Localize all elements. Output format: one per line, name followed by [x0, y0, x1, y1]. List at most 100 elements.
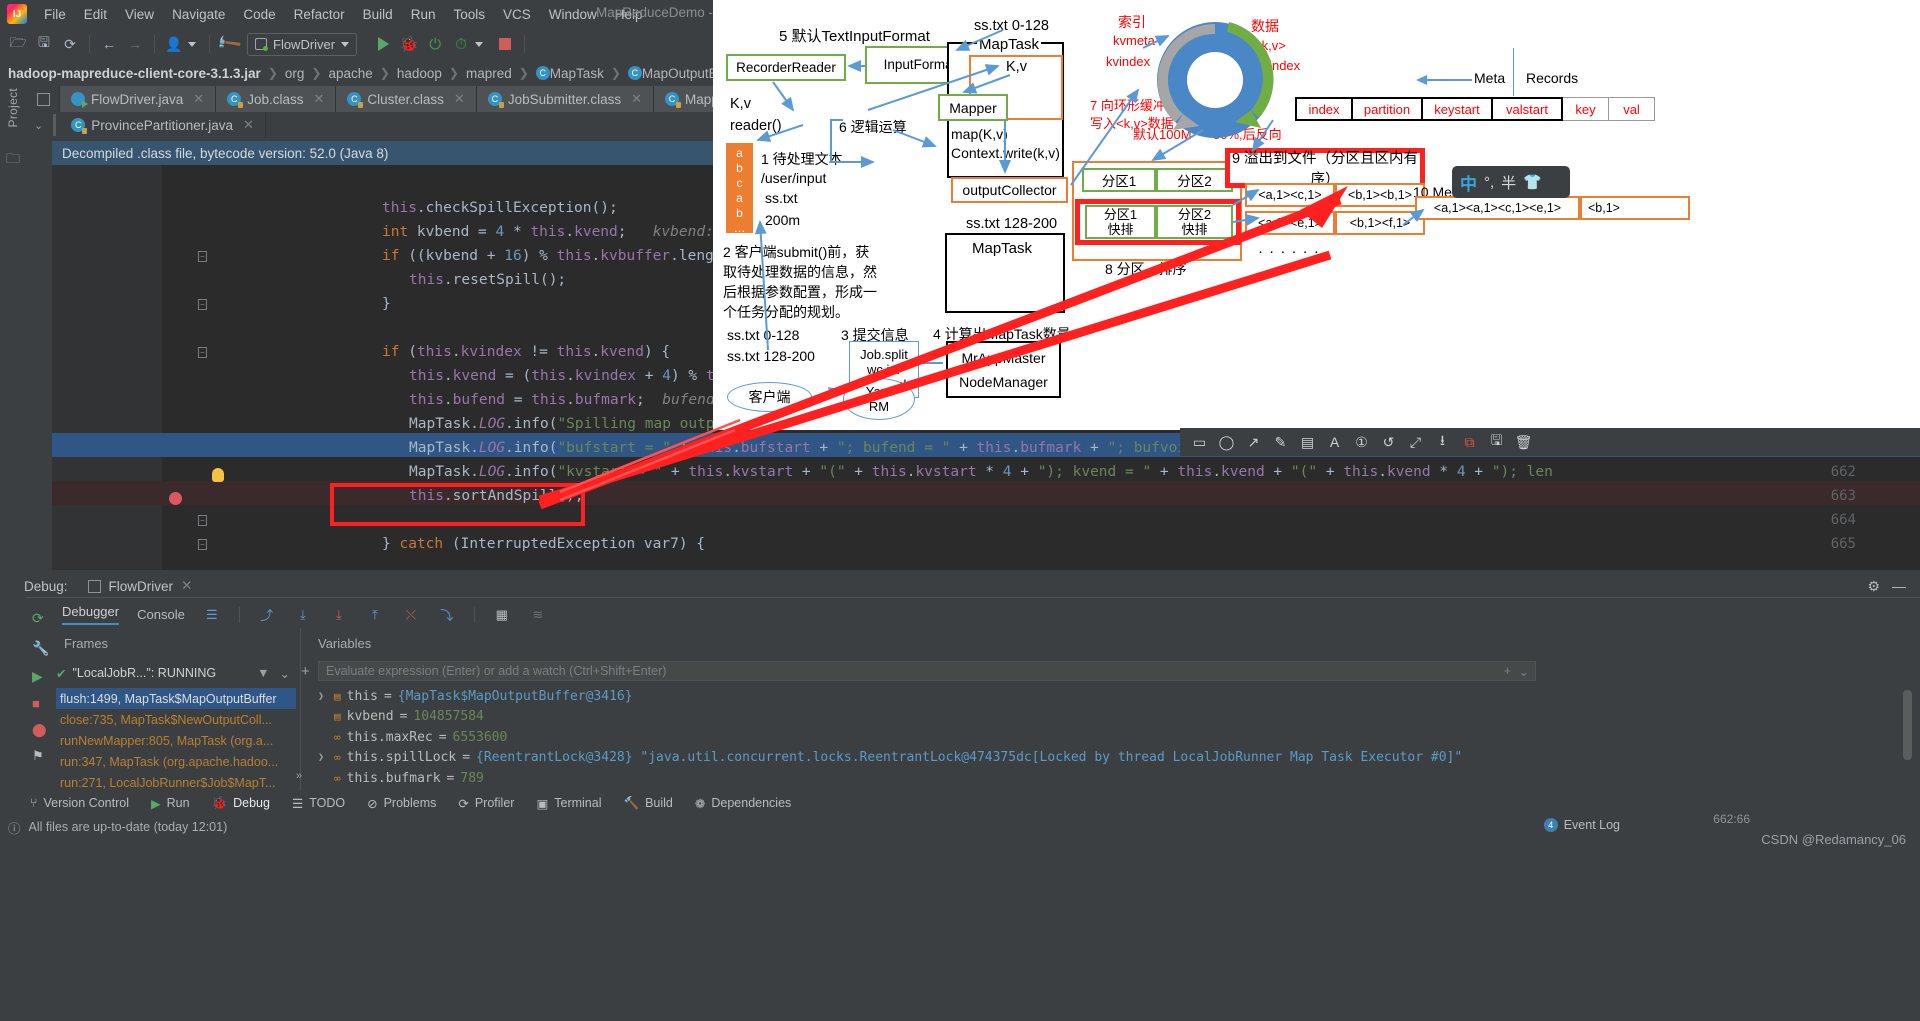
resume-program-icon[interactable]: ▶: [32, 668, 43, 685]
status-debug[interactable]: 🐞 Debug: [212, 796, 270, 811]
save-all-icon[interactable]: 🖫: [32, 32, 56, 56]
minimize-icon[interactable]: —: [1892, 578, 1906, 594]
breadcrumb-item-maptask[interactable]: MapTask: [550, 66, 604, 81]
run-button[interactable]: [371, 32, 395, 56]
ime-indicator[interactable]: 中 °, 半 👕: [1452, 166, 1570, 198]
close-icon[interactable]: ✕: [631, 91, 642, 107]
menu-vcs[interactable]: VCS: [494, 4, 540, 25]
close-icon[interactable]: ✕: [313, 91, 324, 107]
status-version-control[interactable]: ⑂ Version Control: [30, 796, 129, 810]
breadcrumb-item-jar[interactable]: hadoop-mapreduce-client-core-3.1.3.jar: [8, 66, 261, 81]
run-to-cursor-icon[interactable]: ⤵: [438, 606, 456, 624]
status-problems[interactable]: ⊘ Problems: [367, 796, 436, 811]
frames-list[interactable]: flush:1499, MapTask$MapOutputBuffer clos…: [56, 688, 296, 793]
save-icon[interactable]: 🖫: [1483, 430, 1510, 454]
frame-row[interactable]: close:735, MapTask$NewOutputColl...: [56, 709, 296, 730]
pen-icon[interactable]: ✎: [1267, 430, 1294, 454]
debug-button[interactable]: 🐞: [397, 32, 421, 56]
expand-chevron-icon[interactable]: ❯: [318, 691, 328, 702]
debug-panel-divider[interactable]: [300, 628, 301, 790]
stop-icon[interactable]: ■: [32, 696, 40, 711]
status-build[interactable]: 🔨 Build: [624, 796, 673, 811]
sort-values-icon[interactable]: ≋: [529, 606, 547, 624]
variable-row[interactable]: ❯ ▤ this = {MapTask$MapOutputBuffer@3416…: [318, 686, 1518, 707]
eval-chevron-down-icon[interactable]: ⌄: [1519, 664, 1529, 679]
frame-row[interactable]: runNewMapper:805, MapTask (org.a...: [56, 730, 296, 751]
shirt-icon[interactable]: 👕: [1523, 173, 1542, 191]
force-step-into-icon[interactable]: ⤓: [330, 606, 348, 624]
close-icon[interactable]: ✕: [454, 91, 465, 107]
menu-edit[interactable]: Edit: [75, 4, 116, 25]
status-dependencies[interactable]: ❁ Dependencies: [695, 796, 791, 811]
profiler-chevron-down-icon[interactable]: [475, 41, 484, 47]
evaluate-expression-input[interactable]: + Evaluate expression (Enter) or add a w…: [301, 661, 1536, 681]
frames-chevron-down-icon[interactable]: ⌄: [280, 666, 290, 681]
drop-frame-icon[interactable]: ⤬: [402, 606, 420, 624]
filter-icon[interactable]: ▼: [257, 666, 269, 680]
tab-chevron-down-icon[interactable]: ⌄: [28, 112, 49, 138]
eval-plus-icon[interactable]: +: [1504, 664, 1511, 678]
run-with-coverage-button[interactable]: ⏻: [423, 32, 447, 56]
step-over-icon[interactable]: ⤴: [258, 606, 276, 624]
build-hammer-icon[interactable]: 🔨: [212, 27, 246, 61]
layout-icon[interactable]: ☰: [203, 606, 221, 624]
code-fold-icon[interactable]: −: [198, 539, 207, 550]
trash-icon[interactable]: 🗑: [1510, 430, 1537, 454]
tab-window-icon-button[interactable]: [28, 86, 60, 112]
variable-row[interactable]: ❯ ∞ this.spillLock = {ReentrantLock@3428…: [318, 748, 1518, 769]
view-breakpoints-icon[interactable]: ⚑: [32, 748, 44, 764]
arrow-icon[interactable]: ↗: [1240, 430, 1267, 454]
code-fold-icon[interactable]: −: [198, 515, 207, 526]
copy-icon[interactable]: ⧉: [1456, 430, 1483, 454]
forward-arrow-icon[interactable]: →: [123, 32, 147, 56]
redo-icon[interactable]: ⤢: [1402, 430, 1429, 454]
undo-icon[interactable]: ↺: [1375, 430, 1402, 454]
breakpoint-icon[interactable]: [169, 492, 182, 505]
sync-icon[interactable]: ⟳: [58, 32, 82, 56]
breadcrumb-item-mapred[interactable]: mapred: [466, 66, 512, 81]
thread-selector[interactable]: ✔ "LocalJobR...": RUNNING ▼ ⌄: [56, 662, 294, 684]
ime-mode-label[interactable]: 中: [1460, 170, 1477, 195]
menu-refactor[interactable]: Refactor: [285, 4, 354, 25]
profiler-button[interactable]: ⏱: [449, 32, 473, 56]
close-icon[interactable]: ✕: [193, 91, 204, 107]
tab-jobsubmitter-class[interactable]: C JobSubmitter.class ✕: [476, 86, 655, 112]
tab-provincepartitioner-java[interactable]: C ProvincePartitioner.java ✕: [60, 112, 266, 138]
run-configuration-selector[interactable]: FlowDriver: [247, 32, 358, 56]
menu-code[interactable]: Code: [234, 4, 284, 25]
ime-width-label[interactable]: 半: [1501, 172, 1516, 193]
breadcrumb-item-apache[interactable]: apache: [328, 66, 372, 81]
tab-flowdriver-java[interactable]: FlowDriver.java ✕: [60, 86, 217, 112]
settings-wrench-icon[interactable]: 🔧: [32, 640, 49, 657]
add-watch-icon[interactable]: +: [301, 663, 310, 680]
step-into-icon[interactable]: ⤓: [294, 606, 312, 624]
menu-navigate[interactable]: Navigate: [163, 4, 234, 25]
ellipse-icon[interactable]: ◯: [1213, 430, 1240, 454]
status-profiler[interactable]: ⟳ Profiler: [458, 796, 514, 811]
code-fold-icon[interactable]: −: [198, 251, 207, 262]
variable-row[interactable]: ∞ this.bufmark = 789: [318, 768, 1518, 789]
status-terminal[interactable]: ▣ Terminal: [536, 796, 601, 811]
frames-more-icon[interactable]: »: [296, 770, 302, 782]
tab-cluster-class[interactable]: C Cluster.class ✕: [336, 86, 477, 112]
frame-row[interactable]: run:347, MapTask (org.apache.hadoo...: [56, 751, 296, 772]
menu-tools[interactable]: Tools: [444, 4, 494, 25]
tab-job-class[interactable]: C Job.class ✕: [216, 86, 337, 112]
event-log-button[interactable]: 4 Event Log: [1543, 818, 1620, 832]
menu-file[interactable]: File: [35, 4, 75, 25]
tab-debugger[interactable]: Debugger: [62, 604, 120, 625]
settings-gear-icon[interactable]: ⚙: [1867, 578, 1880, 595]
variables-scrollbar[interactable]: [1903, 690, 1912, 760]
number-icon[interactable]: ①: [1348, 430, 1375, 454]
expand-chevron-icon[interactable]: ❯: [318, 752, 328, 763]
close-icon[interactable]: ✕: [243, 117, 254, 133]
mute-breakpoints-icon[interactable]: ⬤: [32, 722, 47, 738]
profile-chevron-down-icon[interactable]: [188, 41, 196, 47]
code-fold-icon[interactable]: −: [198, 347, 207, 358]
rectangle-icon[interactable]: ▭: [1186, 430, 1213, 454]
status-run[interactable]: ▶ Run: [151, 796, 190, 811]
variable-row[interactable]: ∞ this.maxRec = 6553600: [318, 727, 1518, 748]
menu-build[interactable]: Build: [354, 4, 402, 25]
tab-console[interactable]: Console: [137, 607, 185, 622]
editor-gutter[interactable]: [52, 165, 162, 574]
